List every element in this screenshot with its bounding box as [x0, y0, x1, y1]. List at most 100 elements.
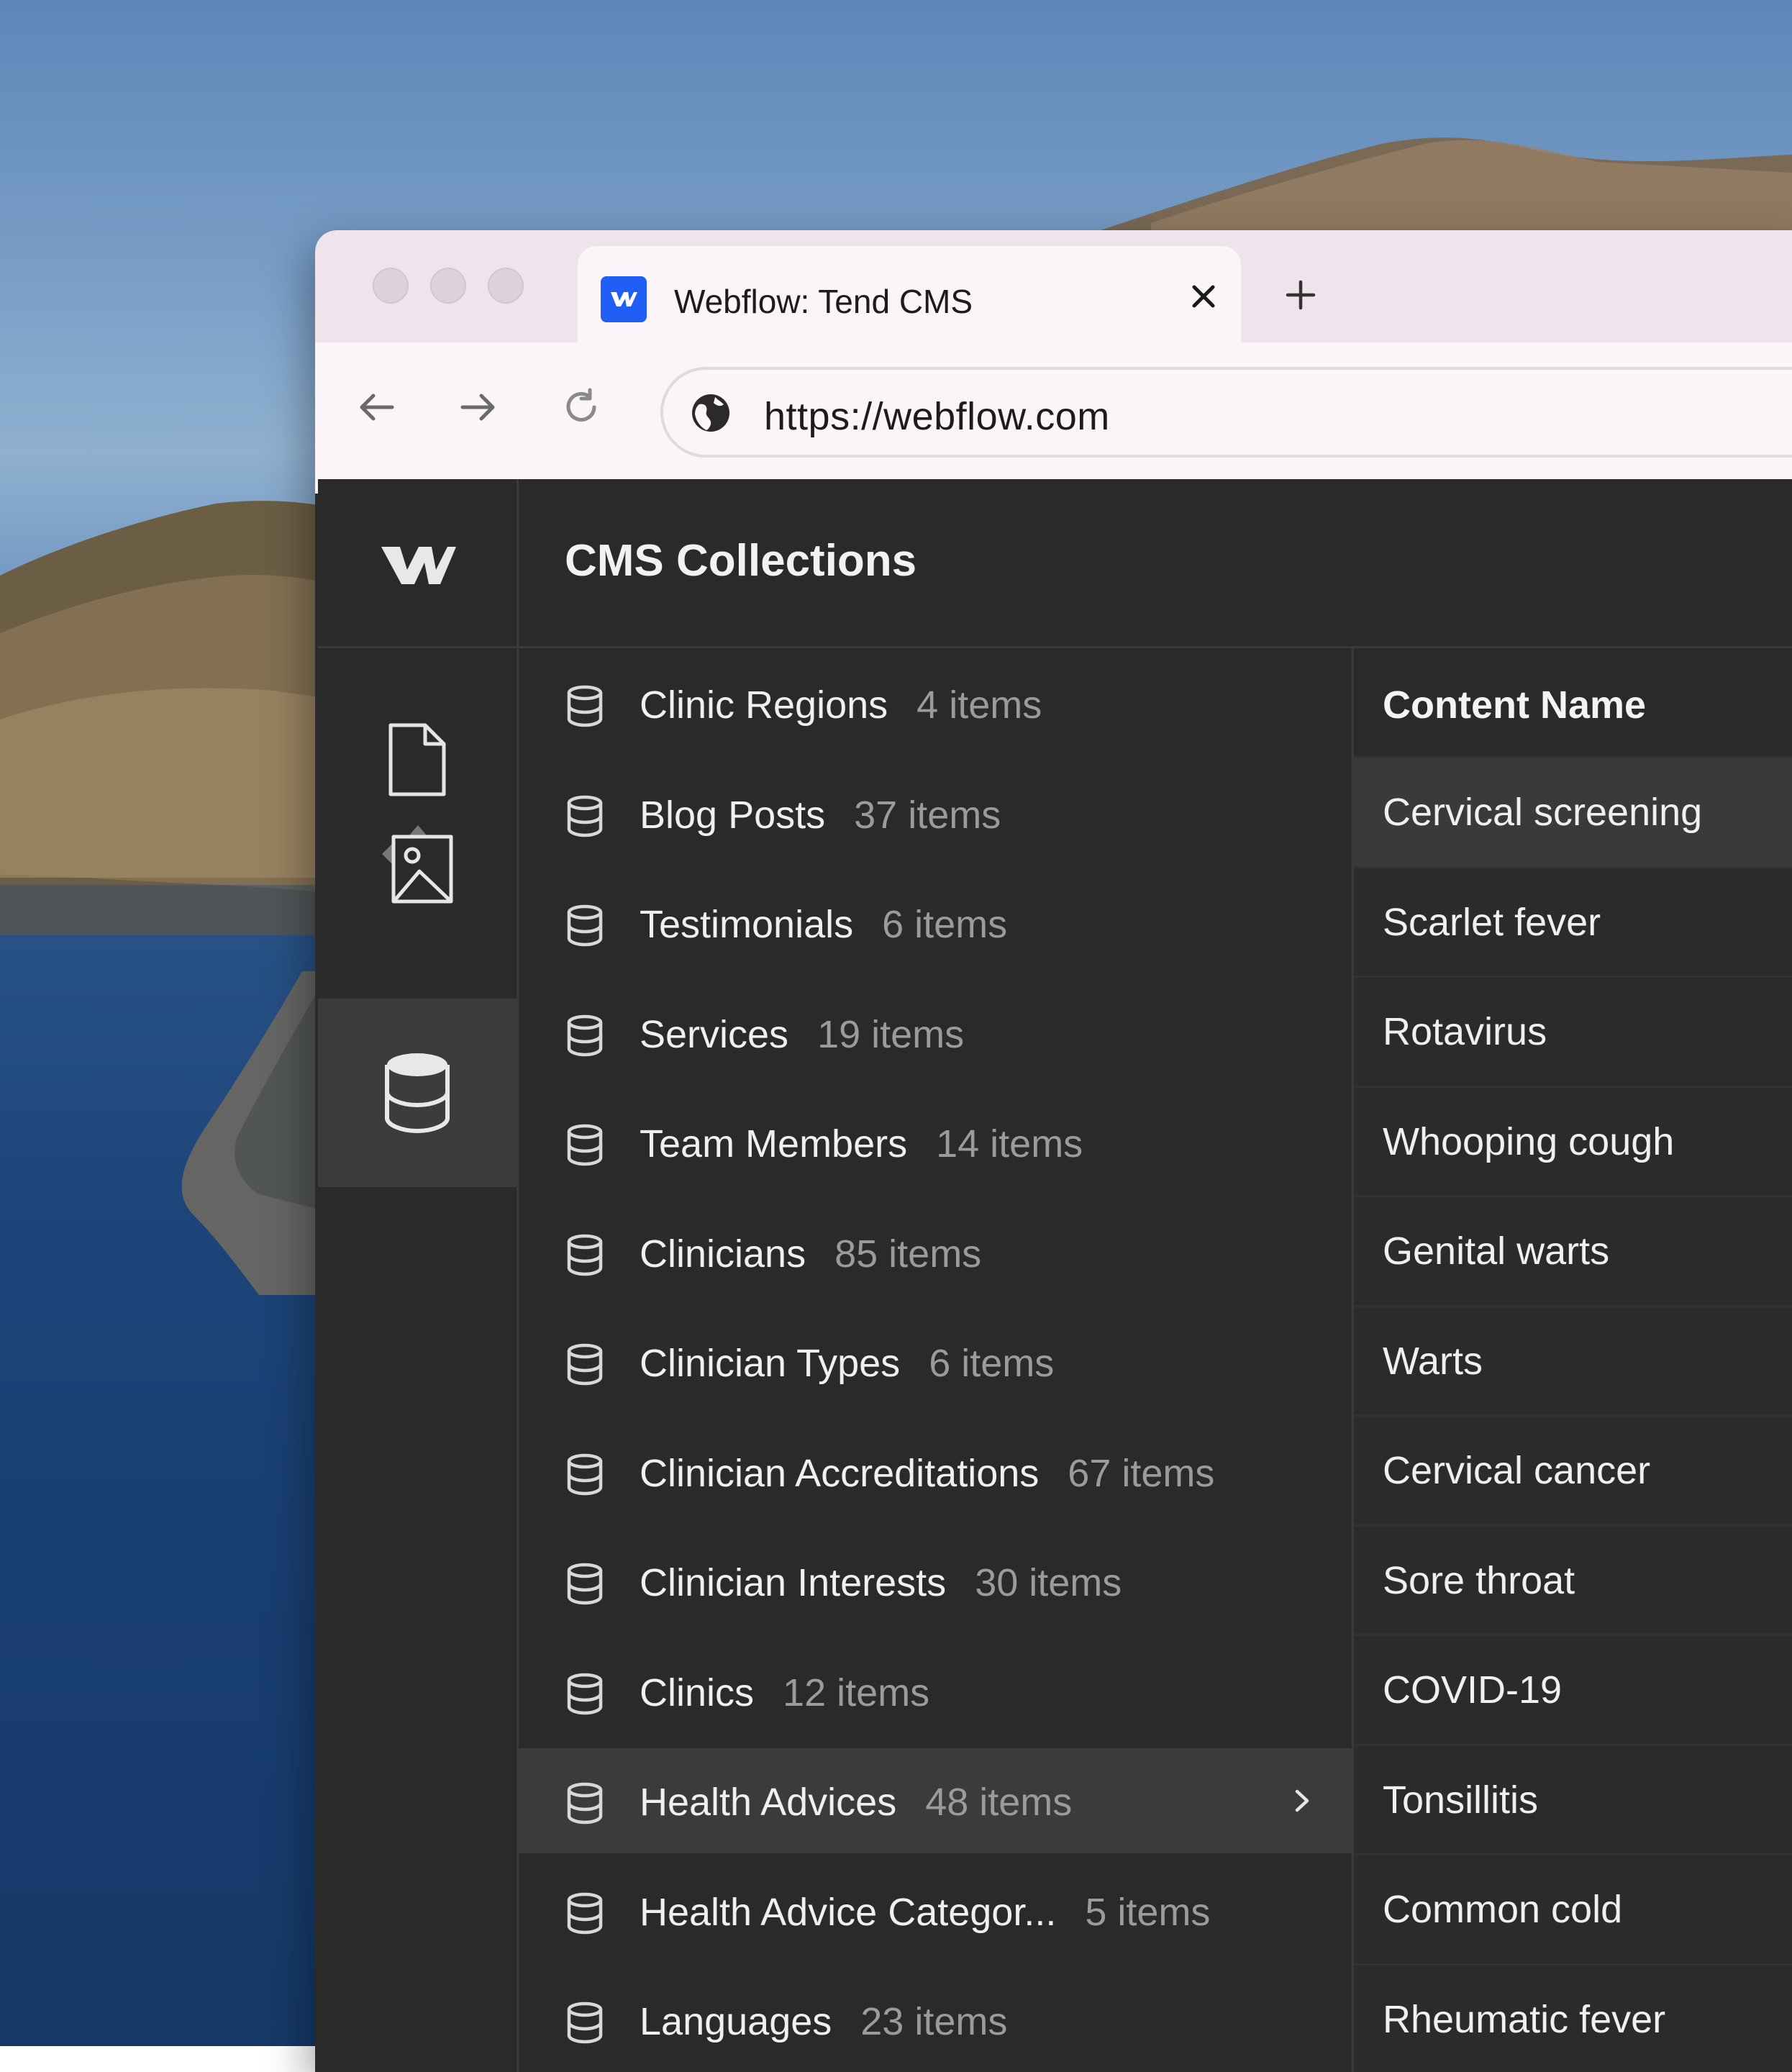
collection-row[interactable]: Clinician Interests 30 items: [519, 1529, 1352, 1634]
collection-name-line: Team Members 14 items: [640, 1122, 1083, 1166]
arrow-right-icon[interactable]: [450, 378, 507, 436]
globe-icon[interactable]: [689, 391, 732, 435]
collection-name: Clinic Regions: [640, 683, 888, 727]
collection-name-line: Services 19 items: [640, 1012, 964, 1057]
address-bar[interactable]: https://webflow.com: [660, 367, 1792, 458]
rail-divider: [318, 646, 517, 648]
app-header: CMS Collections: [519, 479, 1792, 648]
collection-name-line: Clinician Accreditations67 items: [640, 1451, 1214, 1496]
collection-name-line: Clinician Interests 30 items: [640, 1560, 1122, 1605]
minimize-window-button[interactable]: [430, 268, 466, 304]
collection-row[interactable]: Clinic Regions 4 items: [519, 651, 1352, 756]
collection-item-count: 19 items: [817, 1013, 964, 1056]
reload-icon[interactable]: [552, 378, 610, 436]
webflow-app: CMS Collections Clinic Regions 4 items Blo…: [318, 479, 1792, 2072]
collection-row[interactable]: Blog Posts37 items: [519, 761, 1352, 866]
content-row[interactable]: Whooping cough: [1354, 1086, 1792, 1196]
collection-name: Team Members: [640, 1122, 907, 1166]
close-window-button[interactable]: [373, 268, 409, 304]
content-row[interactable]: Genital warts: [1354, 1195, 1792, 1305]
browser-tab[interactable]: Webflow: Tend CMS: [578, 246, 1241, 342]
content-column-header-label: Content Name: [1383, 683, 1646, 727]
image-icon[interactable]: [318, 810, 517, 918]
content-row[interactable]: Tonsillitis: [1354, 1744, 1792, 1854]
collection-name: Blog Posts: [640, 794, 825, 837]
collection-name: Clinician Types: [640, 1342, 900, 1385]
webflow-logo-icon[interactable]: [378, 537, 458, 594]
collection-item-count: 30 items: [975, 1561, 1122, 1604]
content-column-header[interactable]: Content Name: [1354, 648, 1792, 758]
collection-item-count: 23 items: [860, 2000, 1007, 2043]
collection-item-count: 12 items: [783, 1671, 929, 1714]
collection-name: Health Advice Categor...: [640, 1891, 1056, 1934]
collection-name: Testimonials: [640, 903, 853, 946]
database-icon: [565, 684, 605, 727]
collection-item-count: 6 items: [929, 1342, 1054, 1385]
tab-title: Webflow: Tend CMS: [674, 282, 973, 321]
collection-name-line: Clinic Regions 4 items: [640, 683, 1042, 727]
content-row[interactable]: Cervical cancer: [1354, 1414, 1792, 1525]
collection-name-line: Health Advice Categor... 5 items: [640, 1890, 1210, 1935]
left-rail: [318, 479, 519, 2072]
content-row[interactable]: Scarlet fever: [1354, 866, 1792, 976]
collection-item-count: 5 items: [1085, 1891, 1210, 1934]
collection-name-line: Clinicians85 items: [640, 1232, 981, 1276]
database-icon: [565, 1891, 605, 1935]
content-row[interactable]: Rotavirus: [1354, 976, 1792, 1086]
content-row[interactable]: COVID-19: [1354, 1634, 1792, 1744]
database-icon: [565, 1781, 605, 1825]
database-icon: [565, 1342, 605, 1386]
database-icon: [565, 1233, 605, 1276]
content-name: Common cold: [1383, 1887, 1622, 1932]
content-name: Cervical screening: [1383, 790, 1702, 835]
database-icon: [565, 904, 605, 947]
collection-row[interactable]: Team Members 14 items: [519, 1090, 1352, 1195]
collection-row[interactable]: Languages23 items: [519, 1968, 1352, 2072]
content-row[interactable]: Sore throat: [1354, 1525, 1792, 1635]
collection-row[interactable]: Clinician Types 6 items: [519, 1309, 1352, 1414]
rail-item-cms[interactable]: [318, 999, 517, 1187]
collection-row[interactable]: Health Advices48 items: [519, 1748, 1352, 1853]
webflow-logo-icon: [601, 276, 647, 322]
collection-row[interactable]: Clinicians85 items: [519, 1200, 1352, 1305]
collection-item-count: 6 items: [882, 903, 1007, 946]
content-name: Rotavirus: [1383, 1009, 1547, 1054]
content-row[interactable]: Common cold: [1354, 1853, 1792, 1963]
content-name: Genital warts: [1383, 1229, 1609, 1273]
collection-item-count: 67 items: [1068, 1452, 1214, 1495]
page-icon[interactable]: [318, 717, 517, 803]
chevron-right-icon[interactable]: [1284, 1783, 1320, 1819]
collection-row[interactable]: Health Advice Categor... 5 items: [519, 1858, 1352, 1963]
collection-name: Services: [640, 1013, 788, 1056]
collection-name: Clinician Interests: [640, 1561, 946, 1604]
content-row[interactable]: Cervical screening: [1354, 756, 1792, 866]
collection-row[interactable]: Services 19 items: [519, 981, 1352, 1086]
collection-name-line: Clinician Types 6 items: [640, 1341, 1054, 1386]
content-row[interactable]: Rheumatic fever: [1354, 1963, 1792, 2072]
database-icon: [565, 1014, 605, 1057]
collection-item-count: 14 items: [936, 1122, 1083, 1166]
collection-row[interactable]: Testimonials 6 items: [519, 871, 1352, 976]
arrow-left-icon[interactable]: [347, 378, 405, 436]
collection-row[interactable]: Clinics12 items: [519, 1639, 1352, 1744]
database-icon: [565, 1453, 605, 1496]
content-row[interactable]: Warts: [1354, 1305, 1792, 1415]
content-name: Sore throat: [1383, 1558, 1575, 1603]
content-name: Cervical cancer: [1383, 1448, 1650, 1493]
tab-bar: Webflow: Tend CMS: [315, 230, 1792, 342]
browser-toolbar: https://webflow.com: [315, 342, 1792, 494]
collection-name-line: Blog Posts37 items: [640, 793, 1001, 837]
browser-window: Webflow: Tend CMS: [315, 230, 1792, 2072]
collection-item-count: 85 items: [834, 1232, 981, 1276]
collection-item-count: 48 items: [925, 1781, 1072, 1824]
url-text[interactable]: https://webflow.com: [764, 394, 1110, 439]
collection-name-line: Health Advices48 items: [640, 1780, 1072, 1825]
content-name: Warts: [1383, 1339, 1483, 1383]
plus-icon[interactable]: [1279, 273, 1322, 317]
database-icon: [565, 2001, 605, 2044]
collection-row[interactable]: Clinician Accreditations67 items: [519, 1419, 1352, 1525]
close-icon[interactable]: [1182, 275, 1225, 318]
database-icon: [382, 1049, 452, 1137]
collection-item-count: 4 items: [917, 683, 1042, 727]
zoom-window-button[interactable]: [488, 268, 524, 304]
